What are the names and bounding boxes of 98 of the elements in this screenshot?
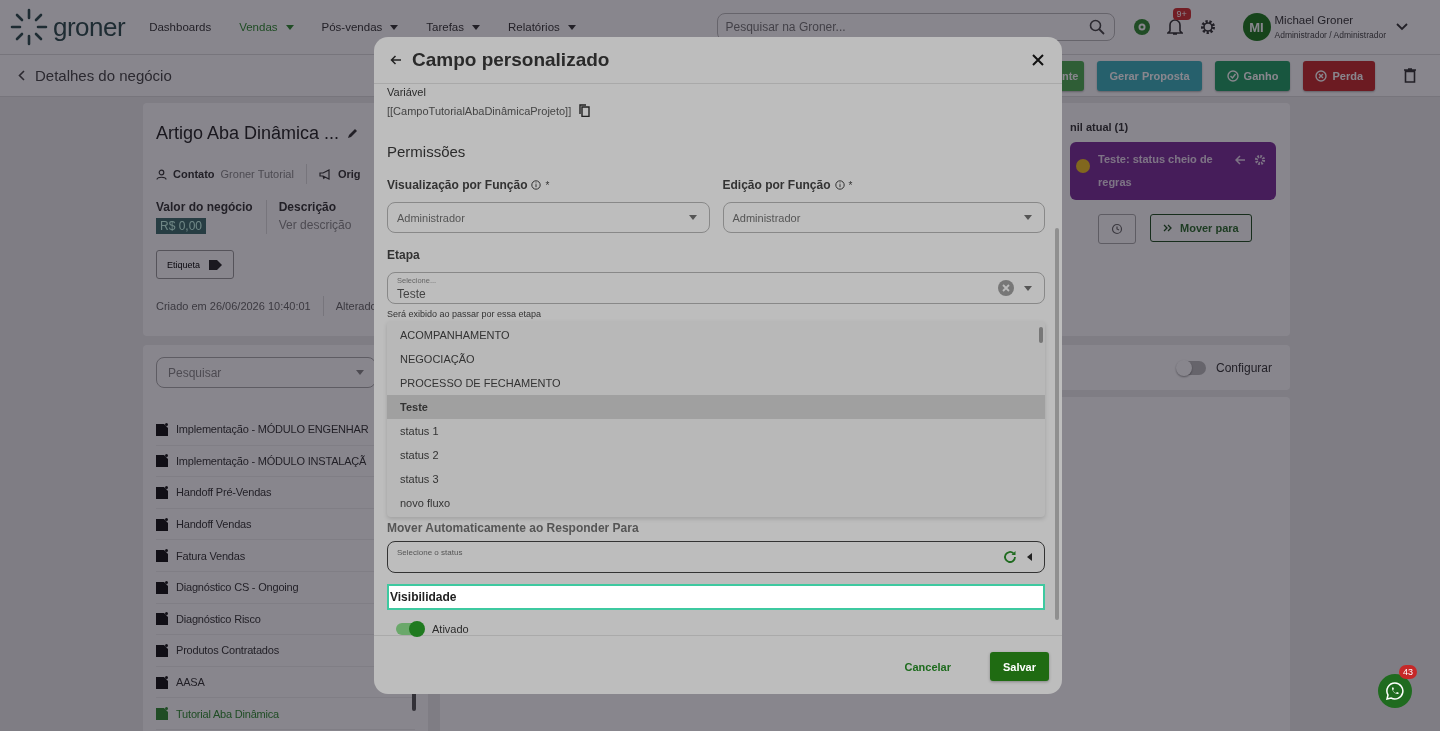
caret-left-icon xyxy=(1027,553,1032,561)
document-icon xyxy=(156,707,168,721)
toggle-switch[interactable] xyxy=(396,623,424,635)
description-label: Descrição xyxy=(278,200,338,214)
search-field[interactable]: Pesquisar na Groner... xyxy=(716,13,1115,41)
toggle-label: Ativado xyxy=(432,623,469,635)
toggle-label: Configurar xyxy=(1215,360,1272,375)
toggle-switch[interactable] xyxy=(1177,360,1206,375)
clear-icon[interactable] xyxy=(998,280,1014,296)
user-role: Administrador / Administrador xyxy=(1274,30,1386,40)
logo-icon xyxy=(10,8,48,46)
double-chevron-icon xyxy=(1163,224,1172,232)
action-button[interactable]: Perda xyxy=(1303,60,1375,91)
contact-name: Groner Tutorial xyxy=(220,168,294,180)
settings-icon[interactable] xyxy=(1254,154,1266,166)
document-icon xyxy=(156,454,168,468)
funnel-title: nil atual (1) xyxy=(1070,121,1130,133)
deal-value-label: Valor do negócio xyxy=(156,200,253,214)
history-icon xyxy=(1111,223,1123,235)
person-icon xyxy=(156,168,167,180)
logo-text: groner xyxy=(53,11,126,43)
select-field[interactable]: Selecione o status xyxy=(387,541,1045,573)
document-icon xyxy=(156,486,168,499)
required-mark: * xyxy=(848,179,853,191)
contact-label: Contato xyxy=(173,168,215,180)
document-icon xyxy=(156,517,168,531)
document-icon xyxy=(156,422,168,436)
deal-title: Artigo Aba Dinâmica ... xyxy=(156,123,340,144)
tag-button[interactable]: Etiqueta xyxy=(156,250,235,279)
deal-value: R$ 0,00 xyxy=(156,218,207,234)
back-arrow-icon[interactable] xyxy=(390,55,402,65)
dropdown-option[interactable]: PROCESSO DE FECHAMENTO xyxy=(387,371,1045,395)
field-label: Edição por Função xyxy=(722,178,831,192)
help-text: Será exibido ao passar por essa etapa xyxy=(387,309,543,319)
dropdown-option[interactable]: Teste xyxy=(387,395,1045,419)
nav-link[interactable]: Tarefas xyxy=(426,21,480,33)
document-icon xyxy=(156,549,168,563)
info-icon xyxy=(834,180,845,190)
chevron-down-icon[interactable] xyxy=(1396,23,1408,31)
stage-name: Teste: status cheio de regras xyxy=(1098,152,1214,190)
field-label: Variável xyxy=(387,86,427,98)
select-field[interactable]: Administrador xyxy=(387,202,710,233)
user-name: Michael Groner xyxy=(1274,14,1355,26)
chat-bot-icon[interactable] xyxy=(1132,18,1151,36)
scrollbar[interactable] xyxy=(1039,327,1043,343)
dropdown-option[interactable]: ACOMPANHAMENTO xyxy=(387,323,1045,347)
required-mark: * xyxy=(545,179,550,191)
cancel-button[interactable]: Cancelar xyxy=(891,652,964,681)
caret-icon xyxy=(356,370,364,375)
document-icon xyxy=(156,675,168,689)
nav-link[interactable]: Dashboards xyxy=(149,21,212,33)
modal-title: Campo personalizado xyxy=(412,49,611,71)
description-link[interactable]: Ver descrição xyxy=(278,218,352,232)
scrollbar[interactable] xyxy=(1055,228,1059,620)
whatsapp-button[interactable] xyxy=(1378,674,1412,708)
back-link[interactable]: Detalhes do negócio xyxy=(18,67,172,84)
nav-link[interactable]: Pós-vendas xyxy=(321,21,399,33)
count-badge: 43 xyxy=(1399,665,1417,679)
caret-icon xyxy=(1024,215,1032,220)
field-label: Etapa xyxy=(387,248,421,262)
notification-badge: 9+ xyxy=(1172,8,1191,20)
dropdown-option[interactable]: NEGOCIAÇÃO xyxy=(387,347,1045,371)
refresh-icon[interactable] xyxy=(1003,550,1017,564)
trash-icon[interactable] xyxy=(1404,68,1416,83)
nav-link[interactable]: Vendas xyxy=(239,21,294,33)
close-icon[interactable] xyxy=(1032,54,1044,66)
move-button[interactable]: Mover para xyxy=(1150,214,1252,242)
created-date: Criado em 26/06/2026 10:40:01 xyxy=(156,300,311,312)
history-button[interactable] xyxy=(1098,214,1136,244)
select-field[interactable]: Administrador xyxy=(722,202,1045,233)
document-icon xyxy=(156,580,168,594)
chevron-left-icon xyxy=(18,70,25,81)
document-icon xyxy=(156,643,168,657)
megaphone-icon xyxy=(318,168,332,180)
action-button[interactable]: Ganho xyxy=(1214,60,1291,91)
caret-icon xyxy=(1024,285,1032,291)
tag-icon xyxy=(209,258,224,271)
copy-icon[interactable] xyxy=(579,104,591,117)
origin-label: Orig xyxy=(337,168,361,180)
bell-icon[interactable] xyxy=(1166,18,1183,36)
phone-bubble-icon xyxy=(1386,682,1404,700)
variable-code: [[CampoTutorialAbaDinâmicaProjeto]] xyxy=(387,104,572,117)
check-circle-icon xyxy=(1226,69,1239,82)
stage-status-icon xyxy=(1076,159,1090,173)
close-circle-icon xyxy=(1315,69,1328,82)
info-icon xyxy=(531,180,542,190)
settings-icon[interactable] xyxy=(1198,18,1217,36)
avatar[interactable]: MI xyxy=(1242,13,1271,41)
caret-icon xyxy=(688,215,697,220)
arrow-left-icon[interactable] xyxy=(1235,155,1246,165)
document-icon xyxy=(156,612,168,626)
visibility-heading: Visibilidade xyxy=(387,584,1045,610)
field-label: Visualização por Função xyxy=(387,178,528,192)
search-icon xyxy=(1088,19,1105,35)
nav-link[interactable]: Relatórios xyxy=(508,21,576,33)
pencil-icon[interactable] xyxy=(347,128,359,139)
section-heading: Permissões xyxy=(387,143,467,160)
save-button[interactable]: Salvar xyxy=(989,652,1049,681)
